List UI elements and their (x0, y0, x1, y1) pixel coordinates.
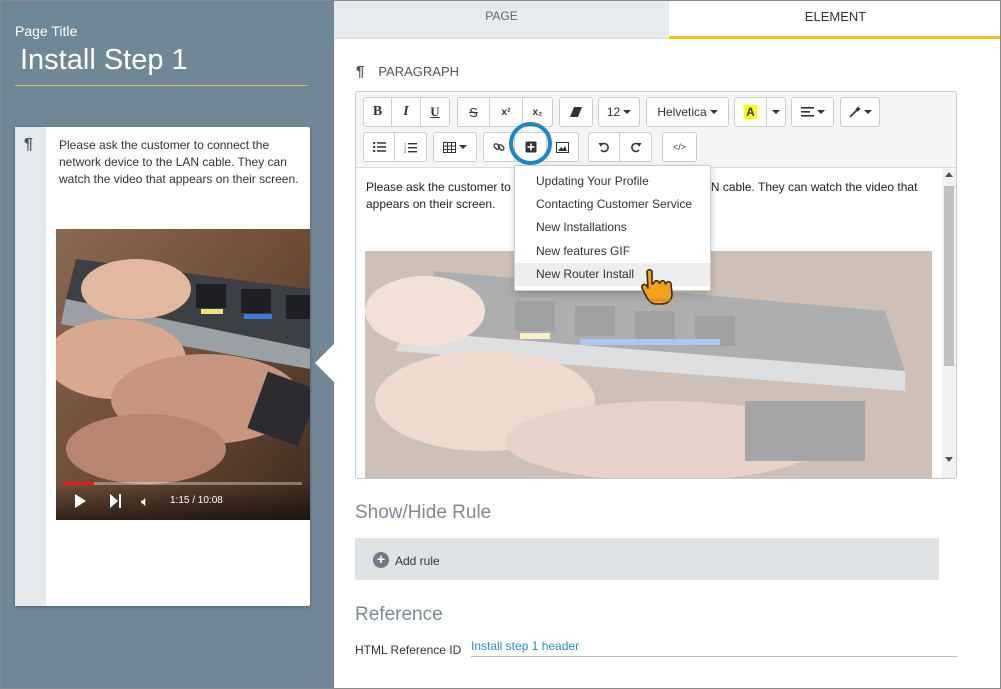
chevron-down-icon (863, 110, 872, 114)
redo-button[interactable] (620, 132, 652, 162)
scroll-thumb[interactable] (944, 186, 954, 366)
dropdown-item[interactable]: Updating Your Profile (515, 170, 710, 193)
dropdown-item[interactable]: Contacting Customer Service (515, 193, 710, 216)
tab-element[interactable]: ELEMENT (669, 1, 1000, 39)
table-dropdown[interactable] (433, 132, 477, 162)
hand-pointer-icon (641, 268, 673, 305)
link-icon (493, 143, 505, 151)
chevron-down-icon (816, 110, 825, 114)
video-time: 1:15 / 10:08 (170, 495, 223, 506)
reference-input-underline (471, 656, 957, 657)
redo-icon (630, 142, 641, 153)
preview-panel: Page Title Install Step 1 ¶ Please ask t… (1, 1, 335, 688)
clear-format-button[interactable] (559, 97, 593, 127)
chevron-down-icon (459, 145, 467, 149)
scroll-down-icon[interactable] (945, 457, 953, 462)
element-type-header: ¶ PARAGRAPH (356, 63, 459, 80)
editor-scrollbar[interactable] (942, 169, 956, 478)
numbered-list-icon: 123 (404, 142, 417, 153)
page-title-label: Page Title (15, 23, 78, 39)
undo-button[interactable] (588, 132, 620, 162)
style-wand-dropdown[interactable] (840, 97, 880, 127)
editor-toolbar: B I U S x² x₂ 12 Helvetica A 1 2 3 </> (356, 92, 956, 168)
video-progress-fill (64, 482, 94, 485)
add-circle-icon[interactable]: + (373, 552, 389, 568)
align-dropdown[interactable] (791, 97, 834, 127)
card-gutter: ¶ (15, 127, 46, 606)
font-family-dropdown[interactable]: Helvetica (646, 97, 729, 127)
add-rule-button[interactable]: Add rule (395, 554, 440, 568)
align-left-icon (800, 107, 814, 117)
highlight-color-dropdown[interactable] (767, 97, 786, 127)
add-rule-bar[interactable]: + Add rule (355, 538, 939, 580)
table-icon (443, 141, 456, 153)
properties-panel: PAGE ELEMENT ¶ PARAGRAPH B I U S x² x₂ 12 (334, 1, 1000, 688)
show-hide-rule-title: Show/Hide Rule (355, 502, 492, 523)
dropdown-item[interactable]: New features GIF (515, 240, 710, 263)
chevron-down-icon (623, 110, 632, 114)
numbered-list-button[interactable]: 123 (395, 132, 427, 162)
element-type-label: PARAGRAPH (378, 64, 460, 79)
undo-icon (598, 142, 609, 153)
bullet-list-button[interactable] (363, 132, 395, 162)
rich-text-editor: B I U S x² x₂ 12 Helvetica A 1 2 3 </> P… (355, 91, 957, 479)
html-reference-id-input[interactable]: Install step 1 header (471, 639, 579, 653)
magic-wand-icon (848, 106, 861, 118)
code-view-button[interactable]: </> (662, 132, 697, 162)
font-family-value: Helvetica (657, 105, 707, 119)
scroll-up-icon[interactable] (945, 172, 953, 177)
next-icon[interactable] (110, 494, 122, 508)
app-frame: Page Title Install Step 1 ¶ Please ask t… (0, 0, 1001, 689)
chevron-down-icon (709, 110, 718, 114)
font-size-value: 12 (606, 105, 621, 119)
html-reference-id-label: HTML Reference ID (355, 643, 462, 657)
tab-page[interactable]: PAGE (334, 1, 669, 39)
pilcrow-icon: ¶ (356, 63, 365, 80)
svg-text:3: 3 (404, 149, 407, 153)
eraser-icon (570, 107, 582, 117)
superscript-button[interactable]: x² (490, 97, 523, 127)
panel-tabs: PAGE ELEMENT (334, 1, 1000, 39)
page-title[interactable]: Install Step 1 (20, 44, 188, 77)
pilcrow-icon: ¶ (24, 136, 33, 153)
font-size-dropdown[interactable]: 12 (598, 97, 640, 127)
selection-pointer-arrow (315, 343, 335, 383)
play-icon[interactable] (75, 494, 86, 508)
insert-element-dropdown: Updating Your Profile Contacting Custome… (514, 165, 711, 291)
highlight-color-icon: A (744, 105, 757, 119)
underline-button[interactable]: U (421, 97, 450, 127)
image-icon (556, 141, 569, 153)
volume-icon[interactable]: 🔈︎ (141, 493, 149, 510)
italic-button[interactable]: I (392, 97, 421, 127)
callout-highlight-ring (509, 122, 552, 165)
video-controls: 🔈︎ 1:15 / 10:08 (56, 482, 310, 520)
bullet-list-icon (372, 142, 386, 152)
paragraph-element-card[interactable]: ¶ Please ask the customer to connect the… (15, 127, 310, 606)
video-progress-bar[interactable] (64, 482, 302, 485)
reference-title: Reference (355, 604, 443, 625)
video-player[interactable]: 🔈︎ 1:15 / 10:08 (56, 229, 310, 520)
bold-button[interactable]: B (363, 97, 392, 127)
chevron-down-icon (772, 110, 780, 114)
image-button[interactable] (547, 132, 579, 162)
strikethrough-button[interactable]: S (457, 97, 490, 127)
router-video-frame (56, 229, 310, 520)
highlight-color-button[interactable]: A (734, 97, 767, 127)
dropdown-item[interactable]: New Installations (515, 216, 710, 239)
card-paragraph-text: Please ask the customer to connect the n… (59, 138, 299, 186)
dropdown-item-active[interactable]: New Router Install (515, 263, 710, 286)
page-title-underline (15, 85, 308, 86)
